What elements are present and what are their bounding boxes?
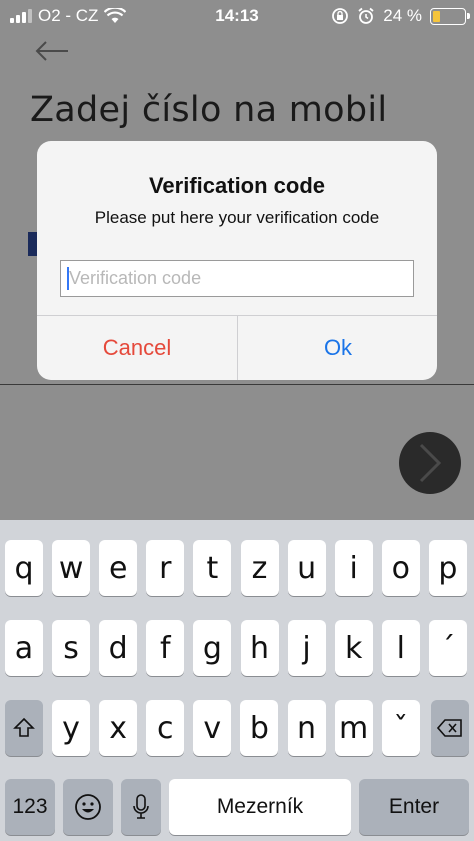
key-row1-0[interactable]: q	[5, 540, 43, 596]
key-row3-2[interactable]: c	[146, 700, 185, 756]
alert-message: Please put here your verification code	[94, 208, 380, 227]
alert-title: Verification code	[148, 173, 326, 198]
shift-icon	[13, 717, 35, 737]
alarm-icon	[358, 7, 374, 24]
space-key[interactable]: Mezerník	[169, 779, 351, 835]
key-row1-2[interactable]: e	[99, 540, 138, 596]
backspace-key[interactable]	[431, 700, 469, 756]
verification-code-input[interactable]	[60, 260, 414, 297]
key-row3-6[interactable]: m	[334, 700, 373, 756]
key-row3-4[interactable]: b	[240, 700, 279, 756]
key-row1-9[interactable]: p	[428, 540, 467, 596]
page-title: Zadej číslo na mobil	[30, 90, 388, 130]
key-row1-4[interactable]: t	[193, 540, 232, 596]
emoji-icon	[75, 794, 101, 820]
status-bar: O2 - CZ 14:13 24 %	[0, 0, 474, 32]
numbers-key[interactable]: 123	[5, 779, 55, 835]
key-row2-6[interactable]: j	[287, 620, 326, 676]
verification-alert: Verification code Please put here your v…	[37, 141, 437, 380]
keyboard: 123 Mezerník Enter q w e r t z u i o p a s d f g h j k l ´ y…	[0, 520, 474, 841]
battery-fill	[433, 10, 441, 22]
key-row2-4[interactable]: g	[193, 620, 232, 676]
key-row2-2[interactable]: d	[99, 620, 138, 676]
key-row2-1[interactable]: s	[52, 620, 91, 676]
key-row1-1[interactable]: w	[52, 540, 91, 596]
key-row2-3[interactable]: f	[146, 620, 185, 676]
key-row1-7[interactable]: i	[334, 540, 373, 596]
enter-key[interactable]: Enter	[359, 779, 469, 835]
key-row3-3[interactable]: v	[193, 700, 232, 756]
key-row3-5[interactable]: n	[287, 700, 326, 756]
next-button[interactable]	[399, 432, 461, 494]
ok-button[interactable]: Ok	[238, 316, 437, 380]
input-divider	[0, 384, 474, 385]
key-row1-6[interactable]: u	[287, 540, 326, 596]
emoji-key[interactable]	[63, 779, 113, 835]
key-row1-5[interactable]: z	[240, 540, 279, 596]
battery-percent: 24 %	[383, 6, 422, 25]
rotation-lock-icon	[332, 8, 349, 24]
key-row1-8[interactable]: o	[381, 540, 420, 596]
shift-key[interactable]	[5, 700, 43, 756]
microphone-icon	[133, 794, 149, 819]
backspace-icon	[437, 719, 462, 737]
key-row2-7[interactable]: k	[334, 620, 373, 676]
key-row1-3[interactable]: r	[146, 540, 185, 596]
dictation-key[interactable]	[121, 779, 161, 835]
battery-icon	[430, 7, 470, 25]
key-row3-7[interactable]: ˇ	[381, 700, 420, 756]
key-row3-1[interactable]: x	[99, 700, 138, 756]
key-row2-5[interactable]: h	[240, 620, 279, 676]
back-arrow-icon[interactable]	[34, 36, 70, 66]
chevron-right-icon	[419, 443, 442, 483]
key-row3-0[interactable]: y	[52, 700, 90, 756]
text-caret	[67, 267, 69, 290]
key-row2-9[interactable]: ´	[428, 620, 467, 676]
key-row2-0[interactable]: a	[5, 620, 43, 676]
key-row2-8[interactable]: l	[381, 620, 420, 676]
status-right: 24 %	[331, 6, 470, 26]
cancel-button[interactable]: Cancel	[37, 316, 237, 380]
